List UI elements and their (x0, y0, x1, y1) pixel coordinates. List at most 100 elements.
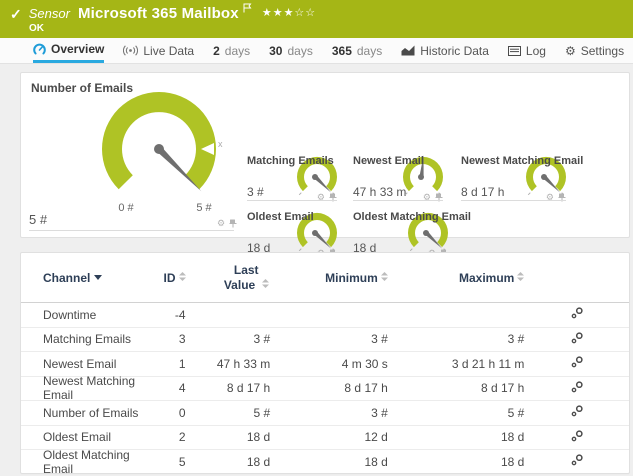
table-row[interactable]: Oldest Matching Email 5 18 d 18 d 18 d (21, 447, 629, 476)
mini-gauge-hub (541, 174, 547, 180)
channel-name: Matching Emails (43, 332, 132, 347)
gear-icon: ⚙ (564, 43, 576, 58)
tab-bar: Overview Live Data 2 days 30 days 365 days … (0, 38, 633, 64)
tab-overview[interactable]: Overview (33, 38, 105, 63)
table-row[interactable]: Number of Emails 0 5 # 3 # 5 # (21, 401, 629, 426)
maximum-value: 3 d 21 h 11 m (451, 356, 525, 371)
primary-gauge-value: 5 # (29, 212, 48, 227)
mini-gauge-value: 47 h 33 m (353, 185, 407, 199)
last-value: 8 d 17 h (226, 381, 271, 396)
maximum-value: 8 d 17 h (480, 381, 525, 396)
channel-id: 0 (178, 405, 186, 420)
broadcast-icon (123, 45, 139, 56)
primary-gauge-scale-min: 0 # (118, 202, 134, 214)
channel-settings-icon[interactable] (571, 307, 583, 319)
priority-stars[interactable]: ★★★☆☆ (262, 6, 316, 19)
mini-gauge-value: 3 # (247, 185, 264, 199)
minimum-value: 3 # (371, 405, 388, 420)
chart-icon (401, 45, 415, 56)
channel-id: -4 (174, 307, 186, 322)
divider (29, 230, 234, 231)
minimum-value: 18 d (364, 454, 388, 469)
table-row[interactable]: Downtime -4 (21, 303, 629, 328)
table-header-row: Channel ID Last Value Minimum Maximum (21, 253, 629, 303)
last-value: 18 d (246, 454, 271, 469)
sort-desc-icon (94, 274, 103, 280)
sort-icon (517, 271, 525, 281)
gauges-panel: Number of Emails x 0 # 5 # 5 # ⚙ Matchin… (20, 72, 630, 258)
mini-gauge-title: Oldest Matching Email (353, 211, 471, 223)
channel-settings-icon[interactable] (571, 356, 583, 368)
mini-gauge-title: Newest Email (353, 155, 424, 167)
column-header-minimum[interactable]: Minimum (270, 271, 388, 285)
channel-settings-icon[interactable] (571, 332, 583, 344)
gauge-marker-label: x (218, 139, 223, 149)
flag-icon[interactable] (243, 3, 252, 16)
mini-gauge-title: Oldest Email (247, 211, 314, 223)
primary-gauge-hub (154, 144, 164, 154)
tab-2-days[interactable]: 2 days (213, 38, 250, 63)
last-value: 18 d (246, 430, 271, 445)
channel-name: Oldest Email (43, 430, 112, 445)
tab-30-days[interactable]: 30 days (269, 38, 313, 63)
channel-name: Newest Matching Email (43, 374, 136, 403)
channel-settings-icon[interactable] (571, 405, 583, 417)
column-header-maximum[interactable]: Maximum (388, 271, 525, 285)
minimum-value: 12 d (364, 430, 388, 445)
mini-gauge-newest-email: Newest Email 47 h 33 m ⚙ (353, 155, 443, 205)
channel-name: Number of Emails (43, 405, 139, 420)
maximum-value: 3 # (507, 332, 525, 347)
table-row[interactable]: Newest Matching Email 4 8 d 17 h 8 d 17 … (21, 374, 629, 403)
tab-historic-data[interactable]: Historic Data (401, 38, 489, 63)
last-value: 5 # (253, 405, 271, 420)
channel-table-panel: Channel ID Last Value Minimum Maximum Do… (20, 252, 630, 476)
minimum-value: 3 # (371, 332, 388, 347)
mini-gauge-value: 8 d 17 h (461, 185, 505, 199)
minimum-value: 8 d 17 h (344, 381, 388, 396)
sensor-kind-label: Sensor (28, 6, 70, 21)
channel-settings-icon[interactable] (571, 381, 583, 393)
tab-365-days[interactable]: 365 days (332, 38, 382, 63)
mini-gauge-title: Matching Emails (247, 155, 334, 167)
divider (247, 200, 337, 201)
tab-log[interactable]: Log (507, 38, 546, 63)
table-row[interactable]: Matching Emails 3 3 # 3 # 3 # (21, 328, 629, 352)
sort-icon (380, 271, 388, 281)
column-header-channel[interactable]: Channel (43, 271, 151, 285)
tab-settings[interactable]: ⚙ Settings (565, 38, 624, 63)
divider (353, 200, 443, 201)
maximum-value: 18 d (500, 430, 525, 445)
sensor-header: ✓ Sensor Microsoft 365 Mailbox ★★★☆☆ OK (0, 0, 633, 38)
primary-gauge-scale-max: 5 # (196, 202, 212, 214)
channel-settings-icon[interactable] (571, 430, 583, 442)
channel-id: 3 (178, 332, 186, 347)
sort-icon (261, 278, 269, 288)
channel-id: 4 (178, 381, 186, 396)
mini-gauge-hub (312, 230, 318, 236)
mini-gauge-hub (418, 174, 424, 180)
channel-id: 5 (178, 454, 186, 469)
sensor-title: Microsoft 365 Mailbox (77, 5, 239, 22)
sort-icon (178, 271, 186, 281)
tab-live-data[interactable]: Live Data (123, 38, 194, 63)
mini-gauge-title: Newest Matching Email (461, 155, 584, 167)
status-check-icon: ✓ (10, 6, 22, 22)
channel-gear-icon[interactable]: ⚙ (217, 219, 225, 228)
log-icon (507, 45, 521, 56)
last-value: 47 h 33 m (216, 356, 271, 371)
last-value: 3 # (253, 332, 271, 347)
channel-name: Oldest Matching Email (43, 447, 130, 476)
minimum-value: 4 m 30 s (341, 356, 388, 371)
mini-gauge-hub (423, 230, 429, 236)
table-row[interactable]: Newest Email 1 47 h 33 m 4 m 30 s 3 d 21… (21, 352, 629, 377)
channel-name: Newest Email (43, 356, 117, 371)
column-header-last-value[interactable]: Last Value (186, 263, 271, 293)
gauge-marker-icon (201, 143, 214, 155)
table-row[interactable]: Oldest Email 2 18 d 12 d 18 d (21, 426, 629, 450)
mini-gauge-newest-matching-email: Newest Matching Email 8 d 17 h ⚙ (461, 155, 583, 205)
channel-id: 2 (178, 430, 186, 445)
column-header-id[interactable]: ID (151, 271, 186, 285)
channel-settings-icon[interactable] (571, 454, 583, 466)
mini-gauge-hub (312, 174, 318, 180)
pin-icon[interactable] (229, 219, 238, 228)
